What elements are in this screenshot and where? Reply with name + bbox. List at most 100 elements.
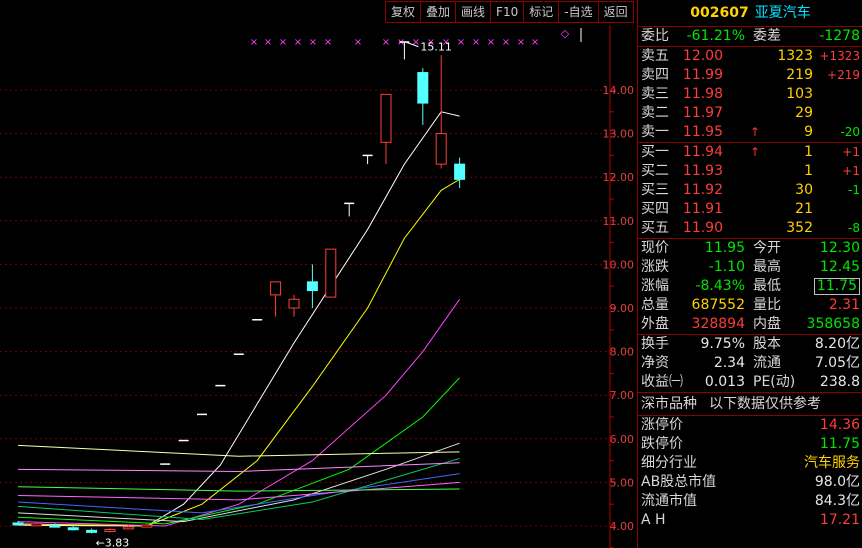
stat-label: 今开 [753,240,781,256]
mark-button[interactable]: 标记 [524,2,560,22]
y-tick-label: 9.00 [610,302,635,315]
bids-change: +1 [842,164,860,178]
candle-body [141,524,153,528]
draw-line-button[interactable]: 画线 [456,2,492,22]
candle-body [417,72,429,104]
stat-value: -8.43% [695,278,745,294]
stat-label: 最低 [753,278,781,294]
y-tick-label: 12.00 [603,171,635,184]
bids-change: -8 [848,221,860,235]
overlay-button[interactable]: 叠加 [421,2,457,22]
kline-chart[interactable]: 14.0013.0012.0011.0010.009.008.007.006.0… [0,0,636,548]
stat-label: 量比 [753,297,781,313]
asks-label: 卖四 [641,67,669,83]
stat-label: 现价 [641,240,669,256]
weibi-label: 委比 [641,28,669,44]
candle-body [67,527,79,531]
asks-volume: 219 [786,67,813,83]
stock-header: 002607 亚夏汽车 [638,0,862,27]
candle-body [104,528,116,532]
candle-body [86,529,98,533]
ask-book: 卖五 12.00 1323 +1323 卖四 11.99 219 +219 卖三 11.98 103… [638,47,862,143]
kline-chart-panel[interactable]: 14.00 13.00 12.00 11.00 10.00 9.00 8.00 7.00 6.0… [0,0,636,548]
market-note: 以下数据仅供参考 [709,396,821,412]
extra-label: 细分行业 [641,455,697,471]
remove-watchlist-button[interactable]: -自选 [559,2,599,22]
event-marker: × [279,37,287,48]
extra-value: 84.3亿 [814,493,860,509]
asks-volume: 29 [795,105,813,121]
asks-change: +1323 [819,49,860,63]
bids-label: 买二 [641,163,669,179]
fuquan-button[interactable]: 复权 [386,2,422,22]
extra-row-1: 涨停价 14.36 [638,416,862,435]
bids-price: 11.90 [682,220,723,236]
bids-price: 11.93 [682,163,723,179]
extra-label: AB股总市值 [641,474,717,490]
event-marker: × [294,37,302,48]
bids-row-5: 买五 11.90 352 -8 [638,219,862,238]
bids-volume: 21 [795,201,813,217]
asks-arrow-icon: ↑ [750,125,761,139]
candle-body [12,522,24,526]
asks-volume: 1323 [777,48,813,64]
quote-panel: 002607 亚夏汽车 委比 -61.21% 委差 -1278 卖五 12.00 13… [637,0,862,548]
asks-row-5: 卖一 11.95 ↑ 9 -20 [638,123,862,142]
stat-value: 11.95 [704,240,745,256]
bids-label: 买四 [641,201,669,217]
asks-volume: 9 [804,124,813,140]
stat-value: -1.10 [708,259,745,275]
bids-label: 买三 [641,182,669,198]
candle-body [325,248,337,298]
ma-line-7 [17,473,460,514]
extra-row-4: AB股总市值 98.0亿 [638,473,862,492]
high-price-label: 15.11 [420,41,452,54]
asks-row-3: 卖三 11.98 103 [638,85,862,104]
fin-row-2: 净资 2.34 流通 7.05亿 [638,354,862,373]
back-button[interactable]: 返回 [599,2,633,22]
event-marker: × [531,37,539,48]
fin-row-1: 换手 9.75% 股本 8.20亿 [638,335,862,354]
event-marker: × [250,37,258,48]
extra-label: 跌停价 [641,436,683,452]
low-price-label: ←3.83 [96,536,130,548]
candle-body [288,298,300,309]
asks-label: 卖五 [641,48,669,64]
fin-label: 股本 [753,336,781,352]
stat-label: 涨幅 [641,278,669,294]
extra-value[interactable]: 汽车服务 [804,454,860,473]
event-marker: × [472,37,480,48]
f10-button[interactable]: F10 [491,2,525,22]
bid-book: 买一 11.94 ↑ 1 +1 买二 11.93 1 +1 买三 11.92 30 -1 买四 11.91 2… [638,143,862,239]
stat-row-3: 涨幅 -8.43% 最低 11.75 [638,277,862,296]
stat-label: 外盘 [641,316,669,332]
extra-value: 14.36 [819,417,860,433]
asks-row-2: 卖四 11.99 219 +219 [638,66,862,85]
asks-label: 卖一 [641,124,669,140]
extra-row-6: A H 17.21 [638,511,862,530]
fin-row-3: 收益㈠ 0.013 PE(动) 238.8 [638,373,862,392]
ma-line-1 [17,111,460,527]
market-label: 深市品种 [641,396,697,412]
asks-price: 11.99 [682,67,723,83]
asks-row-4: 卖二 11.97 29 [638,104,862,123]
stat-row-4: 总量 687552 量比 2.31 [638,296,862,315]
asks-price: 11.97 [682,105,723,121]
bids-volume: 1 [804,163,813,179]
stock-name[interactable]: 亚夏汽车 [755,5,811,21]
event-marker: × [324,37,332,48]
stat-label: 内盘 [753,316,781,332]
weibi-value: -61.21% [686,28,745,44]
event-marker: × [264,37,272,48]
bids-row-3: 买三 11.92 30 -1 [638,181,862,200]
fin-value: 7.05亿 [814,355,860,371]
ma-line-4 [17,377,460,525]
stat-label: 最高 [753,259,781,275]
y-tick-label: 11.00 [603,215,635,228]
fin-value: 8.20亿 [814,336,860,352]
asks-price: 11.95 [682,124,723,140]
stat-value: 2.31 [828,297,860,313]
fin-label: 流通 [753,355,781,371]
bids-row-4: 买四 11.91 21 [638,200,862,219]
ma-line-5 [17,442,460,523]
